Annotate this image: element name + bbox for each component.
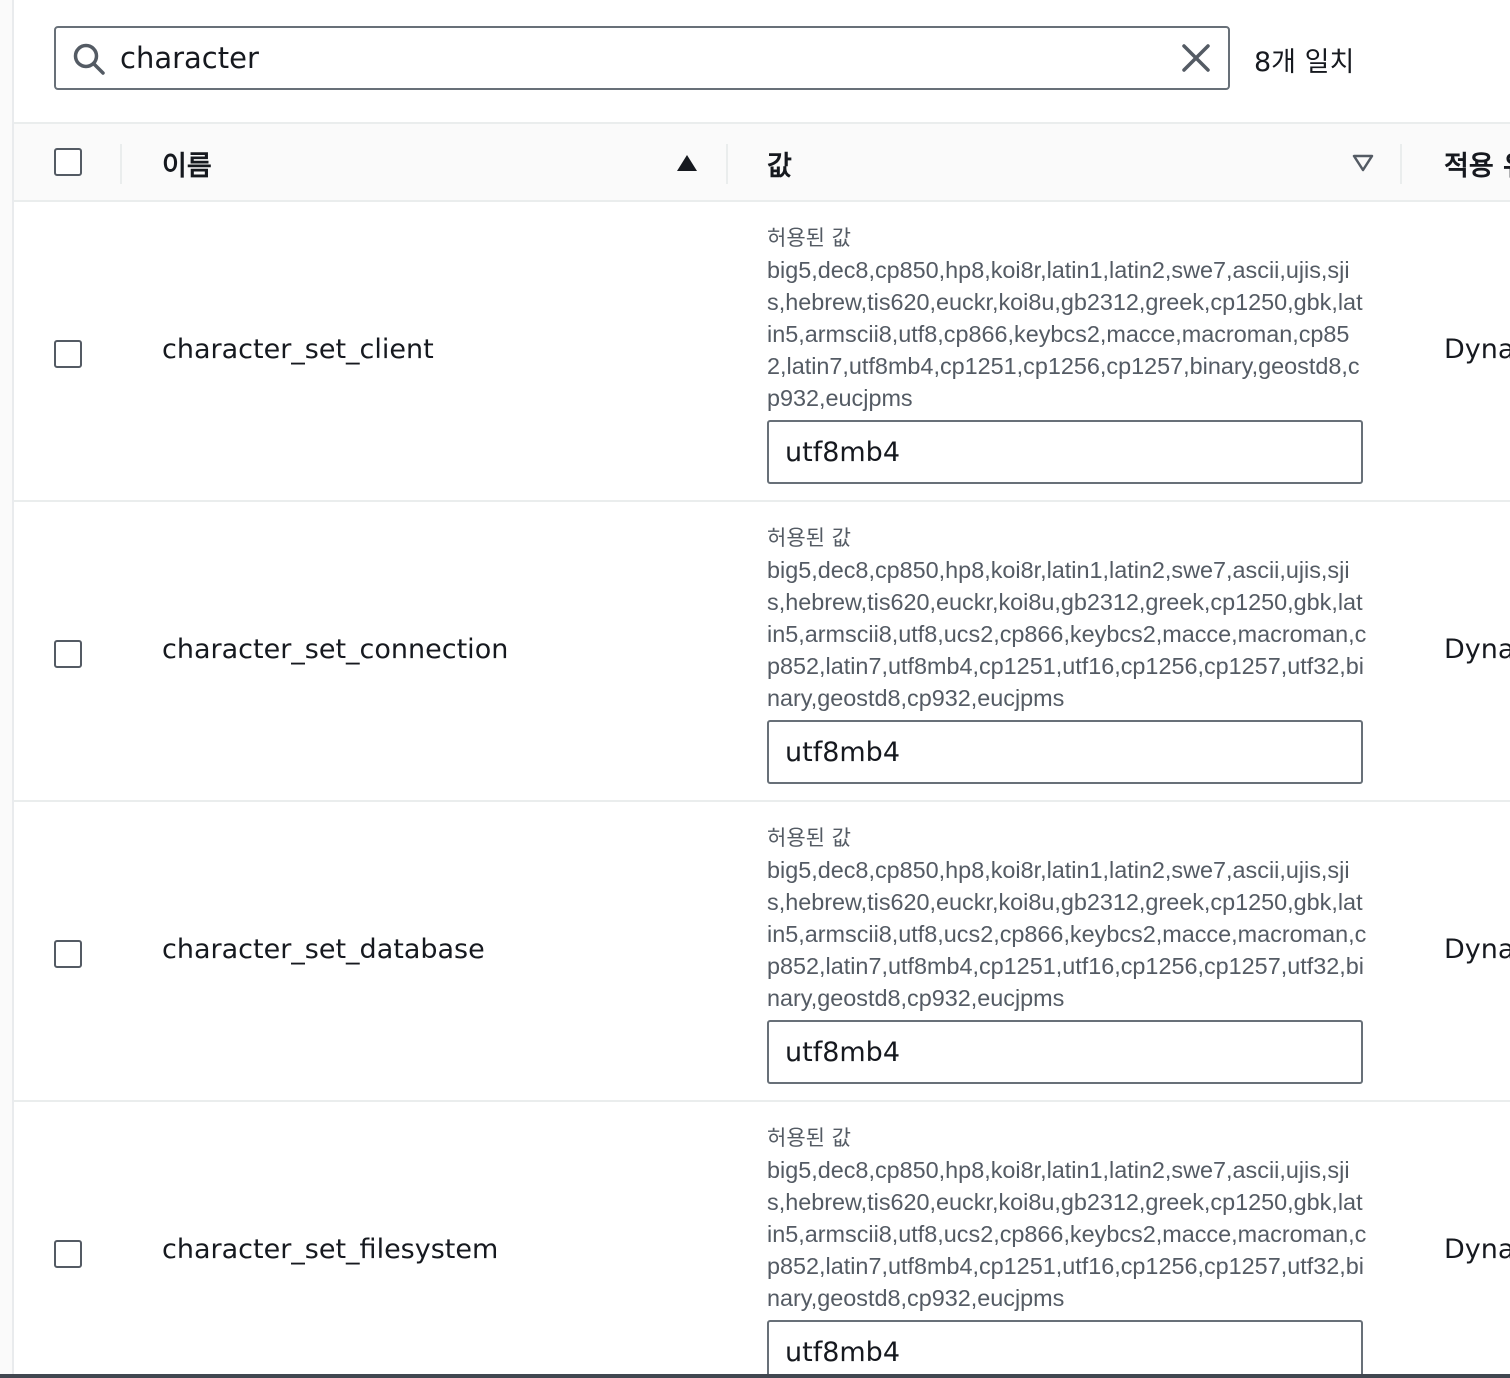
column-header-name[interactable]: 이름 — [162, 144, 212, 183]
select-all-checkbox[interactable] — [54, 148, 82, 176]
parameter-value-input[interactable] — [767, 1020, 1363, 1084]
table-row: character_set_database 허용된 값 big5,dec8,c… — [14, 802, 1510, 1102]
parameter-value-input[interactable] — [767, 1320, 1363, 1378]
table-row: character_set_client 허용된 값 big5,dec8,cp8… — [14, 202, 1510, 502]
allowed-values-label: 허용된 값 — [767, 1126, 851, 1150]
parameter-name: character_set_database — [162, 934, 485, 965]
table-row: character_set_filesystem 허용된 값 big5,dec8… — [14, 1102, 1510, 1378]
allowed-values-label: 허용된 값 — [767, 226, 851, 250]
allowed-values-label: 허용된 값 — [767, 826, 851, 850]
parameter-name: character_set_client — [162, 334, 434, 365]
parameter-value-input[interactable] — [767, 720, 1363, 784]
column-header-value[interactable]: 값 — [767, 144, 792, 183]
apply-type: Dyna — [1444, 1234, 1510, 1265]
table-row: character_set_connection 허용된 값 big5,dec8… — [14, 502, 1510, 802]
close-icon[interactable] — [1180, 42, 1212, 74]
parameter-name: character_set_connection — [162, 634, 509, 665]
parameter-name: character_set_filesystem — [162, 1234, 499, 1265]
apply-type: Dyna — [1444, 634, 1510, 665]
apply-type: Dyna — [1444, 334, 1510, 365]
column-divider — [726, 144, 728, 184]
row-checkbox[interactable] — [54, 940, 82, 968]
search-icon — [73, 43, 105, 75]
allowed-values-text: big5,dec8,cp850,hp8,koi8r,latin1,latin2,… — [767, 1157, 1367, 1311]
search-bar — [54, 26, 1230, 90]
column-header-apply-type[interactable]: 적용 유 — [1444, 144, 1510, 183]
search-input[interactable] — [120, 34, 1160, 82]
allowed-values-label: 허용된 값 — [767, 526, 851, 550]
allowed-values-text: big5,dec8,cp850,hp8,koi8r,latin1,latin2,… — [767, 257, 1363, 411]
column-divider — [120, 144, 122, 184]
sort-ascending-icon[interactable] — [676, 154, 698, 172]
page-left-border — [0, 0, 14, 1378]
sort-descending-icon[interactable] — [1352, 154, 1374, 172]
apply-type: Dyna — [1444, 934, 1510, 965]
parameter-value-input[interactable] — [767, 420, 1363, 484]
allowed-values-text: big5,dec8,cp850,hp8,koi8r,latin1,latin2,… — [767, 857, 1367, 1011]
column-divider — [1400, 144, 1402, 184]
table-header: 이름 값 적용 유 — [14, 122, 1510, 202]
match-count: 8개 일치 — [1254, 47, 1355, 78]
row-checkbox[interactable] — [54, 640, 82, 668]
row-checkbox[interactable] — [54, 340, 82, 368]
window-bottom-edge — [0, 1374, 1510, 1378]
row-checkbox[interactable] — [54, 1240, 82, 1268]
allowed-values-text: big5,dec8,cp850,hp8,koi8r,latin1,latin2,… — [767, 557, 1367, 711]
